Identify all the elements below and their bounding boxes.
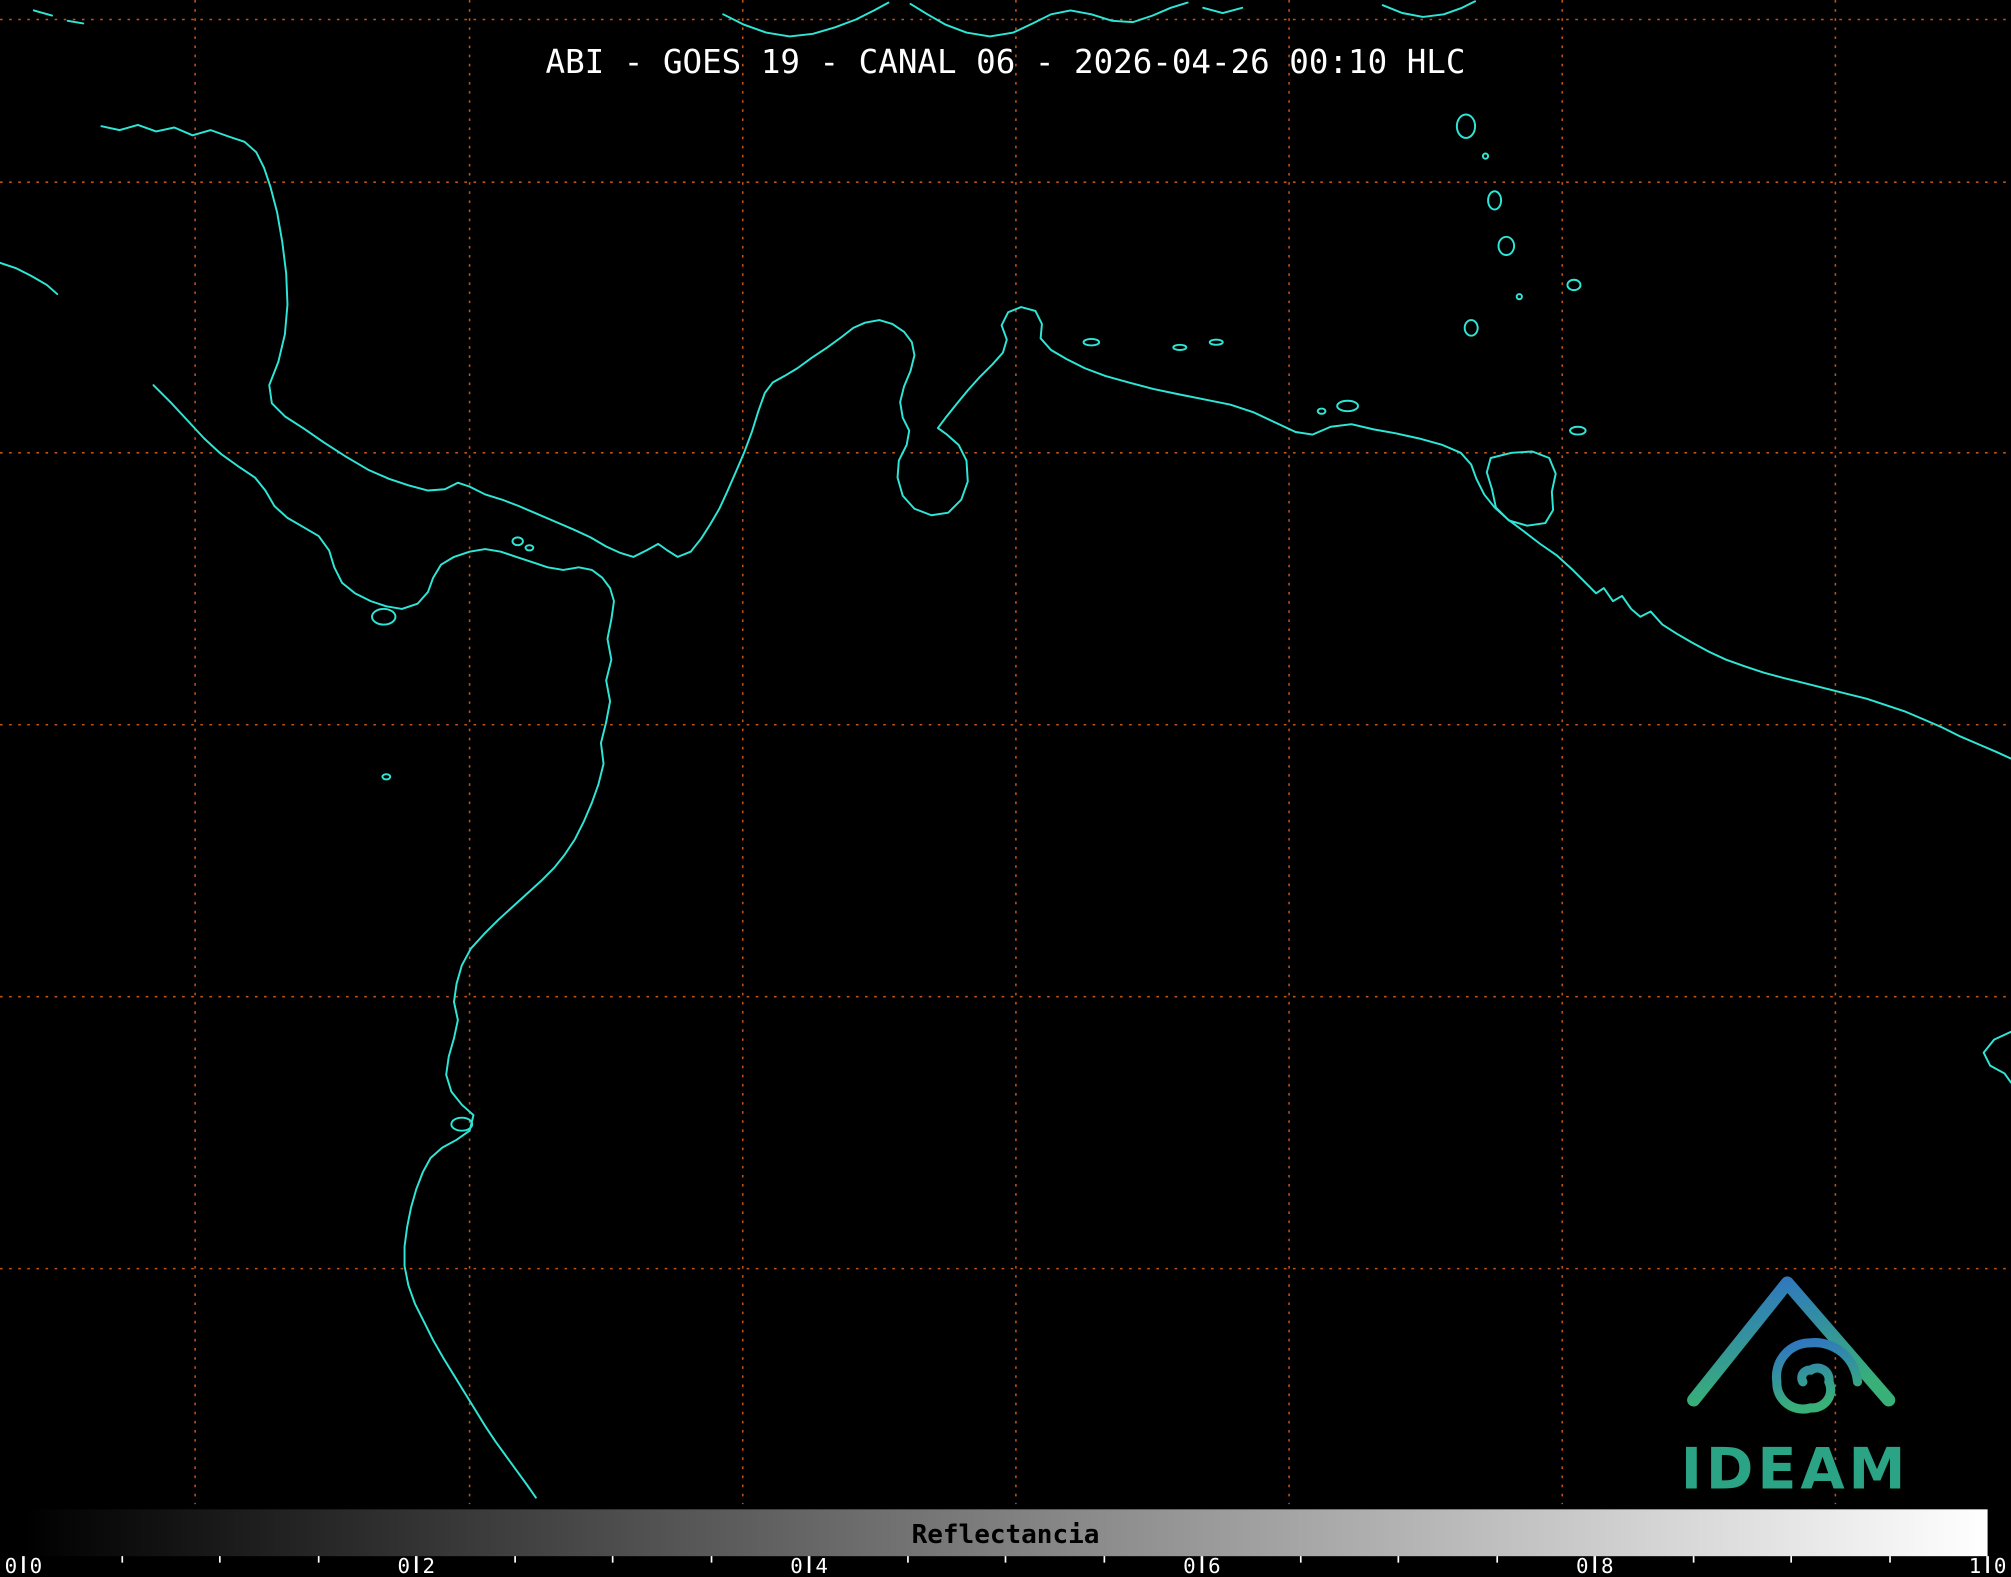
island-outline — [66, 19, 85, 25]
coastline-fragment — [1982, 1030, 2011, 1084]
island — [1172, 343, 1188, 351]
island — [511, 536, 524, 547]
ideam-logo-text: IDEAM — [1681, 1437, 1910, 1503]
island — [381, 773, 392, 781]
goes-satellite-image: ABI - GOES 19 - CANAL 06 - 2026-04-26 00… — [0, 0, 2011, 1577]
island — [1336, 399, 1359, 413]
island — [1208, 338, 1224, 346]
island — [1463, 319, 1479, 337]
island-outline — [1381, 0, 1477, 18]
colorbar: Reflectancia 0.0 0.2 0.4 0.6 0.8 1.0 — [5, 1509, 2007, 1577]
coastline-caribbean — [100, 123, 2011, 760]
colorbar-tick-label: 0.4 — [790, 1554, 828, 1577]
island — [1497, 235, 1516, 257]
island — [1569, 425, 1587, 436]
colorbar-minor-ticks — [121, 1556, 1891, 1563]
ideam-logo: IDEAM — [1681, 1276, 1910, 1503]
coastline-pacific — [152, 384, 615, 1499]
island — [1481, 152, 1490, 160]
map-canvas: ABI - GOES 19 - CANAL 06 - 2026-04-26 00… — [0, 0, 2011, 1577]
image-title: ABI - GOES 19 - CANAL 06 - 2026-04-26 00… — [546, 43, 1466, 81]
island — [1566, 278, 1582, 292]
colorbar-tick-label: 0.0 — [5, 1554, 43, 1577]
island-outline — [32, 9, 54, 17]
island — [1515, 293, 1523, 301]
coastline-fragment — [0, 261, 59, 296]
graticule — [0, 0, 2011, 1505]
island — [371, 607, 397, 626]
colorbar-title: Reflectancia — [912, 1520, 1100, 1550]
colorbar-tick-label: 0.6 — [1183, 1554, 1221, 1577]
island — [1487, 190, 1503, 211]
colorbar-tick-label: 1.0 — [1969, 1554, 2007, 1577]
colorbar-tick-label: 0.8 — [1576, 1554, 1614, 1577]
colorbar-tick-label: 0.2 — [397, 1554, 435, 1577]
island — [1455, 113, 1477, 139]
hurricane-spiral-icon — [1771, 1338, 1863, 1414]
small-islands — [371, 113, 1587, 1132]
island — [1082, 337, 1101, 347]
island — [524, 544, 535, 552]
island-trinidad — [1485, 450, 1557, 527]
island — [450, 1116, 474, 1132]
island — [1316, 407, 1327, 415]
coastlines — [0, 0, 2011, 1499]
island-outline — [1202, 6, 1244, 14]
